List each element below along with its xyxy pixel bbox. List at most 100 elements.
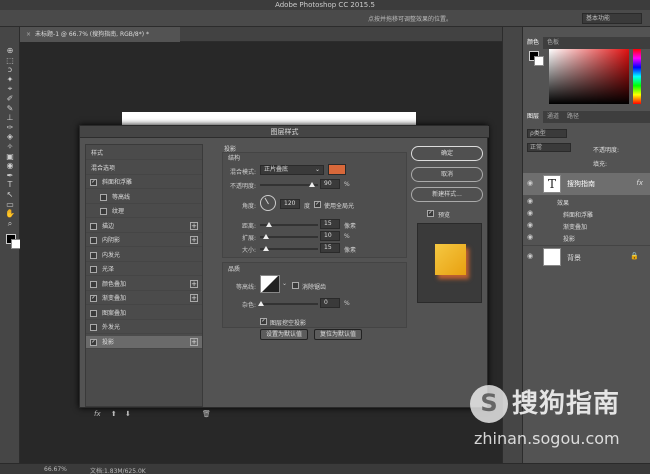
style-item[interactable]: 内发光 bbox=[86, 249, 202, 262]
make-default-button[interactable]: 设置为默认值 bbox=[260, 329, 308, 340]
global-light-label: 使用全局光 bbox=[324, 203, 355, 210]
spread-slider-handle[interactable] bbox=[263, 234, 269, 239]
style-checkbox[interactable] bbox=[90, 237, 97, 244]
document-tab[interactable]: × 未标题-1 @ 66.7% (搜狗指南, RGB/8*) * bbox=[20, 27, 180, 42]
add-style-icon[interactable]: + bbox=[190, 236, 198, 244]
layer-blend-mode-select[interactable]: 正常 bbox=[527, 143, 571, 152]
close-tab-icon[interactable]: × bbox=[26, 31, 31, 38]
preview-checkbox[interactable]: ✓ bbox=[427, 210, 434, 217]
distance-slider-handle[interactable] bbox=[266, 222, 272, 227]
contour-label: 等高线: bbox=[235, 284, 256, 291]
layer-filter-select[interactable]: ρ类型 bbox=[527, 129, 567, 138]
blend-mode-select[interactable]: 正片叠底 ⌄ bbox=[260, 165, 324, 175]
style-item[interactable]: ✓ 投影 + bbox=[86, 335, 202, 349]
title-bar: Adobe Photoshop CC 2015.5 bbox=[0, 0, 650, 10]
reset-default-button[interactable]: 复位为默认值 bbox=[314, 329, 362, 340]
size-input[interactable]: 15 bbox=[320, 243, 340, 253]
layer-row-text[interactable]: ◉ T 搜狗指南 fx bbox=[523, 173, 650, 195]
eye-icon[interactable]: ◉ bbox=[527, 209, 533, 217]
chevron-down-icon: ⌄ bbox=[314, 166, 320, 173]
style-item[interactable]: ✓ 斜面和浮雕 bbox=[86, 176, 202, 189]
preview-label: 预览 bbox=[438, 212, 451, 219]
cancel-button[interactable]: 取消 bbox=[411, 167, 483, 182]
add-style-icon[interactable]: + bbox=[190, 279, 198, 288]
workspace-select[interactable]: 基本功能 bbox=[582, 13, 642, 24]
style-item[interactable]: 光泽 bbox=[86, 263, 202, 276]
style-item[interactable]: 外发光 bbox=[86, 321, 202, 334]
angle-dial[interactable] bbox=[260, 195, 276, 211]
style-item[interactable]: 样式 bbox=[86, 147, 202, 160]
global-light-checkbox[interactable]: ✓ bbox=[314, 201, 321, 208]
style-checkbox[interactable]: ✓ bbox=[90, 295, 97, 302]
style-checkbox[interactable]: ✓ bbox=[90, 179, 97, 186]
noise-slider-handle[interactable] bbox=[258, 301, 264, 306]
layer-name[interactable]: 背景 bbox=[567, 253, 581, 263]
style-item[interactable]: 描边 + bbox=[86, 220, 202, 233]
move-down-icon[interactable]: ⬇ bbox=[125, 410, 131, 418]
distance-input[interactable]: 15 bbox=[320, 219, 340, 229]
style-item[interactable]: 图案叠加 bbox=[86, 307, 202, 320]
tab-channels[interactable]: 通道 bbox=[543, 111, 563, 123]
opacity-slider-handle[interactable] bbox=[309, 182, 316, 187]
antialias-checkbox[interactable] bbox=[292, 282, 299, 289]
style-item[interactable]: 颜色叠加 + bbox=[86, 278, 202, 291]
style-checkbox[interactable] bbox=[90, 266, 97, 273]
style-item[interactable]: ✓ 渐变叠加 + bbox=[86, 292, 202, 305]
style-label: 投影 bbox=[102, 338, 115, 346]
eye-icon[interactable]: ◉ bbox=[527, 233, 533, 241]
contour-picker[interactable] bbox=[260, 275, 280, 293]
fx-menu-icon[interactable]: fx bbox=[94, 410, 101, 418]
noise-label: 杂色: bbox=[241, 302, 256, 309]
eye-icon[interactable]: ◉ bbox=[527, 221, 533, 229]
style-checkbox[interactable] bbox=[100, 193, 107, 201]
tab-color[interactable]: 颜色 bbox=[523, 37, 544, 49]
layer-name[interactable]: 搜狗指南 bbox=[567, 179, 595, 189]
style-checkbox[interactable] bbox=[90, 324, 97, 331]
chevron-down-icon[interactable]: ⌄ bbox=[282, 280, 287, 287]
spread-input[interactable]: 10 bbox=[320, 231, 340, 241]
eye-icon[interactable]: ◉ bbox=[527, 179, 533, 187]
options-bar: 点按并拖移可调整效果的位置。 基本功能 bbox=[0, 10, 650, 27]
tab-swatches[interactable]: 色板 bbox=[543, 37, 563, 49]
panel-background-color[interactable] bbox=[534, 56, 544, 66]
style-checkbox[interactable] bbox=[90, 280, 97, 288]
style-item[interactable]: 等高线 bbox=[86, 191, 202, 204]
eye-icon[interactable]: ◉ bbox=[527, 252, 533, 260]
add-style-icon[interactable]: + bbox=[190, 221, 198, 230]
size-slider-handle[interactable] bbox=[263, 246, 269, 251]
tool-icon[interactable]: ⌕ bbox=[3, 218, 17, 230]
move-up-icon[interactable]: ⬆ bbox=[111, 410, 117, 418]
zoom-level[interactable]: 66.67% bbox=[44, 466, 67, 473]
angle-input[interactable]: 120 bbox=[280, 199, 300, 209]
effect-item[interactable]: 投影 bbox=[563, 234, 575, 243]
style-checkbox[interactable] bbox=[90, 309, 97, 317]
ok-button[interactable]: 确定 bbox=[411, 146, 483, 161]
new-style-button[interactable]: 新建样式... bbox=[411, 187, 483, 202]
style-checkbox[interactable]: ✓ bbox=[90, 338, 97, 346]
document-info[interactable]: 文档:1.83M/625.0K bbox=[90, 466, 146, 474]
hue-slider[interactable] bbox=[633, 49, 641, 104]
tab-paths[interactable]: 路径 bbox=[563, 111, 583, 123]
shadow-color-swatch[interactable] bbox=[328, 164, 346, 175]
noise-input[interactable]: 0 bbox=[320, 298, 340, 308]
style-item[interactable]: 纹理 bbox=[86, 205, 202, 218]
knockout-checkbox[interactable]: ✓ bbox=[260, 318, 267, 325]
color-picker-field[interactable] bbox=[549, 49, 629, 104]
effect-item[interactable]: 斜面和浮雕 bbox=[563, 210, 593, 219]
trash-icon[interactable]: 🗑 bbox=[202, 410, 211, 418]
noise-slider[interactable] bbox=[260, 303, 318, 305]
layer-row-background[interactable]: ◉ 背景 🔒 bbox=[523, 245, 650, 267]
opacity-input[interactable]: 90 bbox=[320, 179, 340, 189]
effect-item[interactable]: 渐变叠加 bbox=[563, 222, 587, 231]
style-checkbox[interactable] bbox=[100, 208, 107, 215]
eye-icon[interactable]: ◉ bbox=[527, 197, 533, 205]
tab-layers[interactable]: 图层 bbox=[523, 111, 544, 123]
style-checkbox[interactable] bbox=[90, 222, 97, 230]
style-item[interactable]: 内阴影 + bbox=[86, 234, 202, 247]
style-item[interactable]: 混合选项 bbox=[86, 162, 202, 175]
style-label: 等高线 bbox=[112, 193, 131, 201]
style-checkbox[interactable] bbox=[90, 251, 97, 259]
fx-icon[interactable]: fx bbox=[636, 179, 643, 187]
add-style-icon[interactable]: + bbox=[190, 337, 198, 346]
add-style-icon[interactable]: + bbox=[190, 294, 198, 302]
